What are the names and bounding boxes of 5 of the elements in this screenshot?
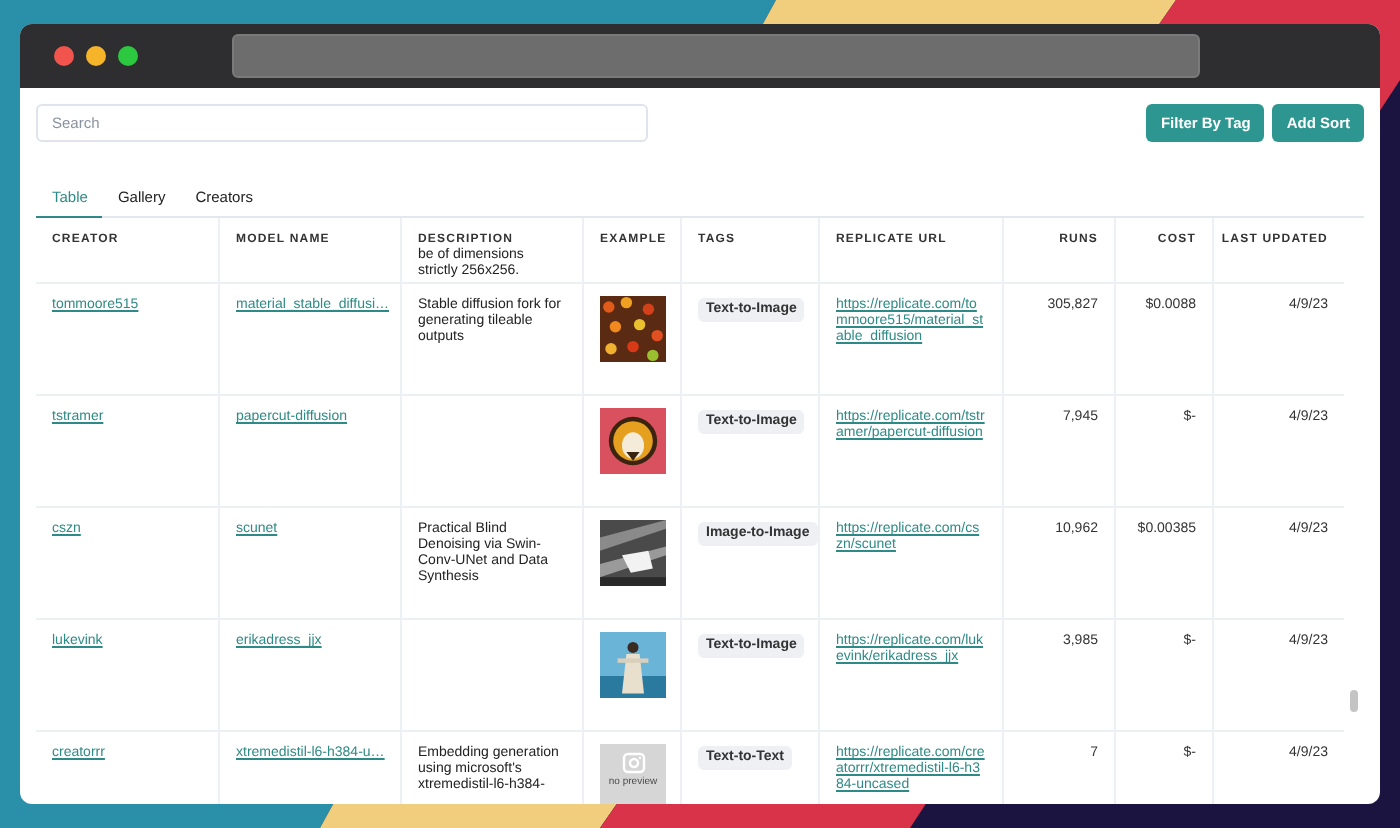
camera-icon [621,750,645,774]
close-button[interactable] [54,46,74,66]
maximize-button[interactable] [118,46,138,66]
scrollbar-thumb[interactable] [1350,690,1358,712]
minimize-button[interactable] [86,46,106,66]
